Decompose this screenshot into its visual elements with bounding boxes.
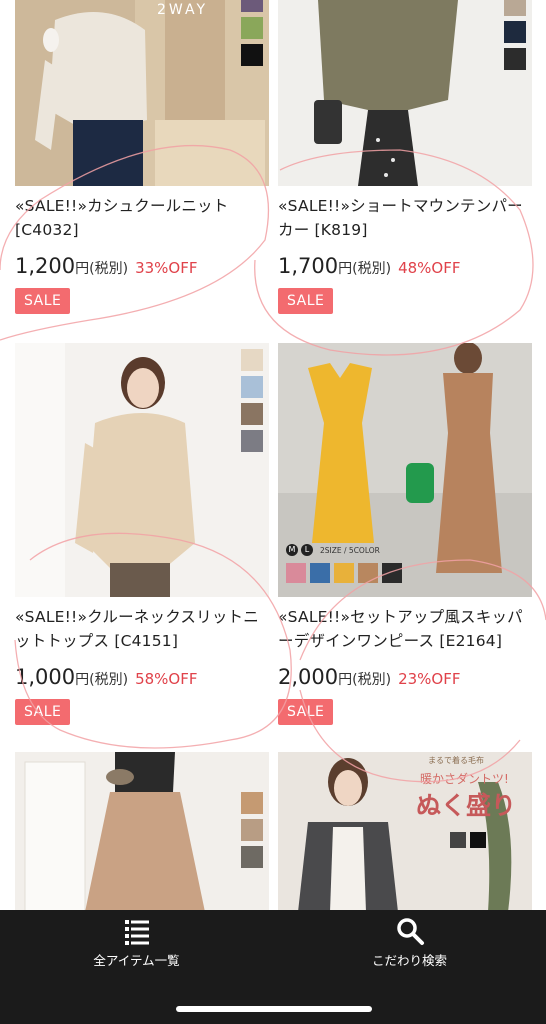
product-title[interactable]: «SALE!!»クルーネックスリットニットトップス [C4151] (15, 605, 269, 653)
product-image[interactable]: M L 2SIZE / 5COLOR (278, 343, 532, 597)
product-image[interactable] (15, 343, 269, 597)
color-swatch (470, 832, 486, 848)
promo-headline: ぬく盛り (416, 791, 517, 820)
promo-caption-top: まるで着る毛布 (428, 756, 484, 765)
color-swatches (286, 563, 402, 583)
photo-caption: 2WAY (157, 2, 209, 18)
skirt-photo-illustration (15, 752, 269, 912)
color-swatch (504, 21, 526, 43)
discount-label: 33%OFF (135, 259, 198, 277)
discount-label: 48%OFF (398, 259, 461, 277)
product-price: 1,700 (278, 254, 339, 278)
color-swatch (241, 430, 263, 452)
product-price: 1,200 (15, 254, 76, 278)
color-swatches (241, 792, 263, 868)
currency-label: 円 (338, 261, 353, 277)
discount-label: 58%OFF (135, 670, 198, 688)
sale-badge: SALE (278, 288, 334, 314)
product-image[interactable]: 2WAY (15, 0, 269, 186)
color-swatches (241, 0, 263, 66)
currency-label: 円 (338, 672, 353, 688)
color-swatch (504, 0, 526, 16)
crewneck-photo-illustration (15, 343, 269, 597)
tax-label: (税別) (352, 261, 392, 277)
color-swatch (241, 376, 263, 398)
color-swatch (241, 0, 263, 12)
color-swatch (241, 349, 263, 371)
product-price: 2,000 (278, 665, 339, 689)
size-label-m: M (286, 544, 298, 556)
tax-label: (税別) (89, 672, 129, 688)
product-title[interactable]: «SALE!!»カシュクールニット [C4032] (15, 194, 269, 242)
tax-label: (税別) (89, 261, 129, 277)
color-swatch (382, 563, 402, 583)
color-swatch (241, 819, 263, 841)
size-info: M L 2SIZE / 5COLOR (286, 544, 380, 556)
color-swatch (358, 563, 378, 583)
product-card[interactable]: M L 2SIZE / 5COLOR «SALE!!»セットアップ風スキッパーデ… (278, 343, 532, 725)
product-title[interactable]: «SALE!!»ショートマウンテンパーカー [K819] (278, 194, 532, 242)
product-title[interactable]: «SALE!!»セットアップ風スキッパーデザインワンピース [E2164] (278, 605, 532, 653)
tab-search-label: こだわり検索 (371, 953, 447, 968)
tab-search[interactable]: こだわり検索 (273, 910, 546, 1000)
product-card[interactable]: «SALE!!»クルーネックスリットニットトップス [C4151] 1,000 … (15, 343, 269, 725)
color-swatch (450, 832, 466, 848)
color-swatch (310, 563, 330, 583)
sale-badge: SALE (278, 699, 334, 725)
promo-caption: 暖かさダントツ! (420, 772, 509, 786)
product-card[interactable]: 2WAY «SALE!!»カシュクールニット [C4032] 1,200 円 (… (15, 0, 269, 314)
product-image[interactable]: まるで着る毛布 暖かさダントツ! ぬく盛り (278, 752, 532, 912)
currency-label: 円 (75, 261, 90, 277)
product-card[interactable]: «SALE!!»ショートマウンテンパーカー [K819] 1,700 円 (税別… (278, 0, 532, 314)
price-row: 1,000 円 (税別) 58%OFF (15, 665, 269, 689)
color-swatch (241, 792, 263, 814)
product-card[interactable]: まるで着る毛布 暖かさダントツ! ぬく盛り (278, 752, 532, 912)
color-swatch (241, 17, 263, 39)
currency-label: 円 (75, 672, 90, 688)
sale-badge: SALE (15, 699, 71, 725)
color-swatch (241, 44, 263, 66)
search-icon (396, 918, 424, 945)
product-image[interactable] (15, 752, 269, 912)
photo-caption: 2SIZE / 5COLOR (320, 545, 380, 555)
color-swatch (504, 48, 526, 70)
color-swatch (286, 563, 306, 583)
color-swatches (241, 349, 263, 452)
product-card[interactable] (15, 752, 269, 912)
color-swatch (241, 403, 263, 425)
price-row: 2,000 円 (税別) 23%OFF (278, 665, 532, 689)
product-image[interactable] (278, 0, 532, 186)
color-swatches (504, 0, 526, 70)
color-swatch (334, 563, 354, 583)
tab-all-items[interactable]: 全アイテム一覧 (0, 910, 273, 1000)
tax-label: (税別) (352, 672, 392, 688)
discount-label: 23%OFF (398, 670, 461, 688)
home-indicator (176, 1006, 372, 1012)
size-label-l: L (301, 544, 313, 556)
sale-badge: SALE (15, 288, 71, 314)
knit-photo-illustration (15, 0, 269, 186)
dress-photo-illustration (278, 343, 532, 597)
list-icon (124, 920, 149, 945)
price-row: 1,200 円 (税別) 33%OFF (15, 254, 269, 278)
color-swatches (450, 832, 486, 848)
tab-all-items-label: 全アイテム一覧 (93, 953, 180, 968)
parka-photo-illustration (278, 0, 532, 186)
price-row: 1,700 円 (税別) 48%OFF (278, 254, 532, 278)
color-swatch (241, 846, 263, 868)
product-price: 1,000 (15, 665, 76, 689)
